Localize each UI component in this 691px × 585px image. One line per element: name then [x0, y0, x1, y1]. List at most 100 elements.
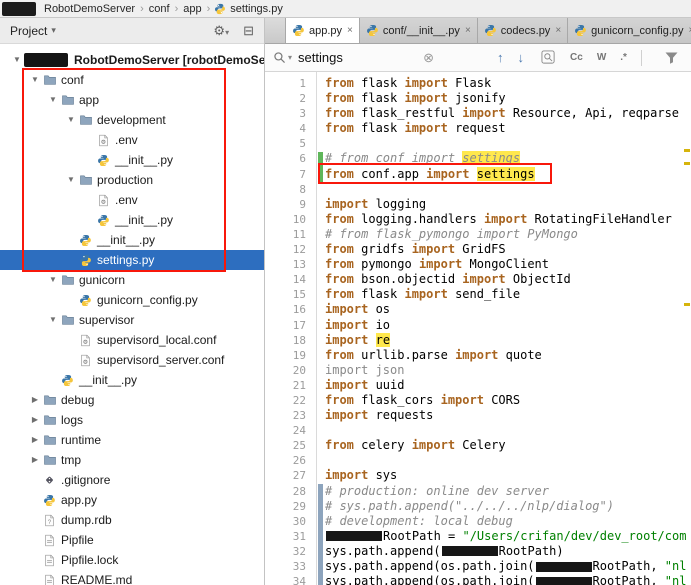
tree-item[interactable]: supervisord_local.conf [0, 330, 264, 350]
editor-tab[interactable]: codecs.py× [478, 18, 568, 43]
line-number[interactable]: 16 [265, 302, 316, 317]
expand-arrow-icon[interactable]: ▶ [28, 436, 42, 444]
expand-arrow-icon[interactable]: ▶ [28, 416, 42, 424]
code-line[interactable]: import io [325, 318, 691, 333]
code-line[interactable]: sys.path.append(os.path.join(RootPath, "… [325, 559, 691, 574]
chevron-down-icon[interactable]: ▾ [51, 25, 56, 36]
line-number[interactable]: 1 [265, 76, 316, 91]
tree-item[interactable]: Pipfile.lock [0, 550, 264, 570]
code-line[interactable]: from celery import Celery [325, 438, 691, 453]
line-number[interactable]: 12 [265, 242, 316, 257]
tree-item[interactable]: ▶debug [0, 390, 264, 410]
code-line[interactable]: from flask import send_file [325, 287, 691, 302]
line-number[interactable]: 29 [265, 499, 316, 514]
match-case-icon[interactable]: Cc [570, 52, 583, 63]
tree-item[interactable]: ▶logs [0, 410, 264, 430]
line-number[interactable]: 20 [265, 363, 316, 378]
code-line[interactable]: import os [325, 302, 691, 317]
next-match-icon[interactable]: ↓ [518, 51, 525, 64]
scrollbar-match-mark[interactable] [684, 162, 690, 165]
whole-words-icon[interactable]: W [597, 52, 606, 63]
tree-item[interactable]: ?dump.rdb [0, 510, 264, 530]
line-number[interactable]: 22 [265, 393, 316, 408]
code-editor[interactable]: 1234567891011121314151617181920212223242… [265, 72, 691, 585]
expand-arrow-icon[interactable]: ▼ [46, 316, 60, 324]
code-line[interactable]: import requests [325, 408, 691, 423]
code-line[interactable]: import logging [325, 197, 691, 212]
expand-arrow-icon[interactable]: ▶ [28, 396, 42, 404]
line-number[interactable]: 24 [265, 423, 316, 438]
tree-item[interactable]: ▼RobotDemoServer [robotDemoServer] [0, 50, 264, 70]
line-number[interactable]: 9 [265, 197, 316, 212]
code-area[interactable]: from flask import Flask from flask import… [325, 72, 691, 585]
line-number[interactable]: 5 [265, 136, 316, 151]
code-line[interactable] [325, 182, 691, 197]
line-number[interactable]: 27 [265, 468, 316, 483]
code-line[interactable]: # from conf import settings [325, 151, 691, 166]
tree-item[interactable]: __init__.py [0, 210, 264, 230]
panel-splitter[interactable] [264, 18, 265, 585]
search-history-caret-icon[interactable]: ▾ [288, 53, 292, 62]
close-tab-icon[interactable]: × [465, 26, 471, 36]
clear-search-icon[interactable]: ⊗ [423, 51, 434, 64]
code-line[interactable]: import json [325, 363, 691, 378]
line-number[interactable]: 31 [265, 529, 316, 544]
tree-item[interactable]: ▼supervisor [0, 310, 264, 330]
tree-item[interactable]: ▶runtime [0, 430, 264, 450]
code-line[interactable]: RootPath = "/Users/crifan/dev/dev_root/c… [325, 529, 691, 544]
tree-item[interactable]: ▼development [0, 110, 264, 130]
line-number[interactable]: 14 [265, 272, 316, 287]
regex-icon[interactable]: .* [620, 52, 627, 63]
code-line[interactable]: sys.path.append(RootPath) [325, 544, 691, 559]
line-number[interactable]: 25 [265, 438, 316, 453]
search-query-text[interactable]: settings [298, 50, 343, 65]
tree-item[interactable]: ▼app [0, 90, 264, 110]
code-line[interactable] [325, 423, 691, 438]
tree-item[interactable]: ▼conf [0, 70, 264, 90]
tree-item[interactable]: supervisord_server.conf [0, 350, 264, 370]
expand-arrow-icon[interactable]: ▼ [10, 56, 24, 64]
project-panel-title[interactable]: Project [10, 24, 47, 38]
tree-item[interactable]: README.md [0, 570, 264, 585]
code-line[interactable]: from bson.objectid import ObjectId [325, 272, 691, 287]
code-line[interactable]: from conf.app import settings [325, 167, 691, 182]
tree-item[interactable]: .env [0, 190, 264, 210]
gear-icon[interactable]: ⚙▾ [213, 24, 229, 37]
expand-arrow-icon[interactable]: ▼ [46, 96, 60, 104]
expand-arrow-icon[interactable]: ▼ [28, 76, 42, 84]
code-line[interactable] [325, 136, 691, 151]
code-line[interactable]: import re [325, 333, 691, 348]
breadcrumb-item[interactable]: settings.py [229, 3, 284, 15]
search-input[interactable]: settings ⊗ [298, 50, 434, 65]
code-line[interactable]: sys.path.append(os.path.join(RootPath, "… [325, 574, 691, 585]
expand-arrow-icon[interactable]: ▼ [64, 176, 78, 184]
line-number[interactable]: 3 [265, 106, 316, 121]
expand-arrow-icon[interactable]: ▼ [46, 276, 60, 284]
editor-tab[interactable]: conf/__init__.py× [360, 18, 478, 43]
close-tab-icon[interactable]: × [347, 26, 353, 36]
editor-tab[interactable]: app.py× [285, 18, 360, 43]
code-line[interactable]: from pymongo import MongoClient [325, 257, 691, 272]
expand-arrow-icon[interactable]: ▶ [28, 456, 42, 464]
line-number[interactable]: 17 [265, 318, 316, 333]
code-line[interactable]: import sys [325, 468, 691, 483]
line-number[interactable]: 6 [265, 151, 316, 166]
tree-item[interactable]: ▶tmp [0, 450, 264, 470]
line-number[interactable]: 7 [265, 167, 316, 182]
breadcrumb-item[interactable]: RobotDemoServer [43, 3, 136, 15]
line-number[interactable]: 19 [265, 348, 316, 363]
filter-icon[interactable] [664, 51, 679, 65]
code-line[interactable]: from flask import Flask [325, 76, 691, 91]
tree-item[interactable]: app.py [0, 490, 264, 510]
line-number[interactable]: 8 [265, 182, 316, 197]
line-number[interactable]: 18 [265, 333, 316, 348]
line-number[interactable]: 23 [265, 408, 316, 423]
breadcrumb-item[interactable]: app [182, 3, 202, 15]
code-line[interactable]: # sys.path.append("../../../nlp/dialog") [325, 499, 691, 514]
line-number[interactable]: 32 [265, 544, 316, 559]
breadcrumb-item[interactable]: conf [148, 3, 171, 15]
tree-item[interactable]: settings.py [0, 250, 264, 270]
tree-item[interactable]: __init__.py [0, 150, 264, 170]
code-line[interactable]: from flask_restful import Resource, Api,… [325, 106, 691, 121]
code-line[interactable]: from flask_cors import CORS [325, 393, 691, 408]
